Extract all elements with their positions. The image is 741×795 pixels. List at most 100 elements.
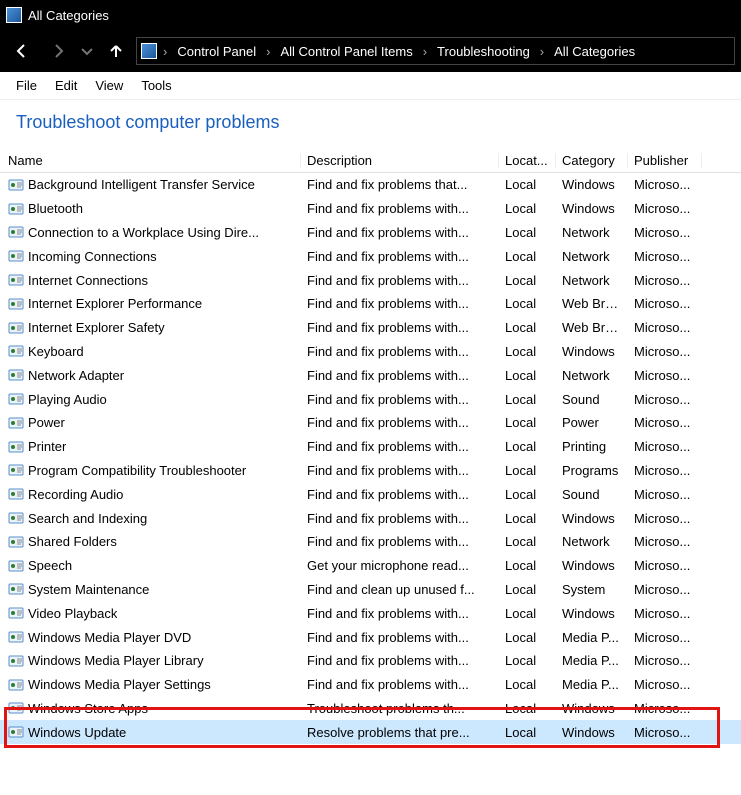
- table-row[interactable]: Shared FoldersFind and fix problems with…: [0, 530, 741, 554]
- table-row[interactable]: Background Intelligent Transfer ServiceF…: [0, 173, 741, 197]
- col-header-category[interactable]: Category: [556, 153, 628, 168]
- chevron-right-icon[interactable]: ›: [419, 44, 431, 59]
- row-name: Power: [28, 415, 65, 430]
- table-row[interactable]: Internet Explorer PerformanceFind and fi…: [0, 292, 741, 316]
- table-row[interactable]: PowerFind and fix problems with...LocalP…: [0, 411, 741, 435]
- menu-edit[interactable]: Edit: [47, 75, 85, 96]
- troubleshooter-icon: [8, 629, 24, 645]
- row-location: Local: [499, 677, 556, 692]
- row-publisher: Microso...: [628, 534, 702, 549]
- row-name: Playing Audio: [28, 392, 107, 407]
- row-name: Windows Update: [28, 725, 126, 740]
- table-row[interactable]: Connection to a Workplace Using Dire...F…: [0, 221, 741, 245]
- chevron-right-icon[interactable]: ›: [262, 44, 274, 59]
- row-category: Windows: [556, 177, 628, 192]
- troubleshooter-icon: [8, 581, 24, 597]
- row-publisher: Microso...: [628, 582, 702, 597]
- table-row[interactable]: Playing AudioFind and fix problems with.…: [0, 387, 741, 411]
- row-category: Windows: [556, 606, 628, 621]
- recent-dropdown[interactable]: [78, 37, 96, 65]
- row-category: Web Bro...: [556, 296, 628, 311]
- row-publisher: Microso...: [628, 630, 702, 645]
- table-row[interactable]: Video PlaybackFind and fix problems with…: [0, 601, 741, 625]
- table-row[interactable]: PrinterFind and fix problems with...Loca…: [0, 435, 741, 459]
- row-location: Local: [499, 177, 556, 192]
- table-row[interactable]: Internet ConnectionsFind and fix problem…: [0, 268, 741, 292]
- table-row[interactable]: Internet Explorer SafetyFind and fix pro…: [0, 316, 741, 340]
- table-row[interactable]: Windows Media Player LibraryFind and fix…: [0, 649, 741, 673]
- row-name: Internet Explorer Safety: [28, 320, 165, 335]
- row-description: Find and fix problems with...: [301, 368, 499, 383]
- app-icon: [6, 7, 22, 23]
- up-button[interactable]: [100, 37, 132, 65]
- row-location: Local: [499, 392, 556, 407]
- troubleshooter-icon: [8, 510, 24, 526]
- table-row[interactable]: KeyboardFind and fix problems with...Loc…: [0, 340, 741, 364]
- table-body: Background Intelligent Transfer ServiceF…: [0, 173, 741, 744]
- row-name: Internet Connections: [28, 273, 148, 288]
- table-row[interactable]: Network AdapterFind and fix problems wit…: [0, 363, 741, 387]
- row-location: Local: [499, 630, 556, 645]
- table-header: Name Description Locat... Category Publi…: [0, 153, 741, 173]
- breadcrumb-item[interactable]: All Control Panel Items: [276, 42, 416, 61]
- row-publisher: Microso...: [628, 273, 702, 288]
- row-category: System: [556, 582, 628, 597]
- table-row[interactable]: Windows Media Player SettingsFind and fi…: [0, 673, 741, 697]
- row-publisher: Microso...: [628, 558, 702, 573]
- col-header-location[interactable]: Locat...: [499, 153, 556, 168]
- table-row[interactable]: SpeechGet your microphone read...LocalWi…: [0, 554, 741, 578]
- breadcrumb[interactable]: › Control Panel › All Control Panel Item…: [136, 37, 735, 65]
- row-location: Local: [499, 511, 556, 526]
- table-row[interactable]: System MaintenanceFind and clean up unus…: [0, 578, 741, 602]
- row-description: Troubleshoot problems th...: [301, 701, 499, 716]
- troubleshooter-icon: [8, 700, 24, 716]
- row-description: Find and fix problems with...: [301, 534, 499, 549]
- table-row[interactable]: Incoming ConnectionsFind and fix problem…: [0, 244, 741, 268]
- menu-tools[interactable]: Tools: [133, 75, 179, 96]
- table-row[interactable]: Windows Media Player DVDFind and fix pro…: [0, 625, 741, 649]
- breadcrumb-item[interactable]: All Categories: [550, 42, 639, 61]
- row-category: Programs: [556, 463, 628, 478]
- row-name: Bluetooth: [28, 201, 83, 216]
- table-row[interactable]: Program Compatibility TroubleshooterFind…: [0, 459, 741, 483]
- table-row[interactable]: Recording AudioFind and fix problems wit…: [0, 482, 741, 506]
- back-button[interactable]: [6, 37, 38, 65]
- row-category: Sound: [556, 392, 628, 407]
- window-title: All Categories: [28, 8, 109, 23]
- row-publisher: Microso...: [628, 296, 702, 311]
- col-header-description[interactable]: Description: [301, 153, 499, 168]
- row-category: Sound: [556, 487, 628, 502]
- row-name: Incoming Connections: [28, 249, 157, 264]
- row-name: Speech: [28, 558, 72, 573]
- table-row[interactable]: BluetoothFind and fix problems with...Lo…: [0, 197, 741, 221]
- table-row[interactable]: Windows Store Apps Troubleshoot problems …: [0, 697, 741, 721]
- titlebar: All Categories: [0, 0, 741, 30]
- row-category: Windows: [556, 344, 628, 359]
- row-publisher: Microso...: [628, 701, 702, 716]
- table-row[interactable]: Search and IndexingFind and fix problems…: [0, 506, 741, 530]
- row-location: Local: [499, 344, 556, 359]
- row-publisher: Microso...: [628, 606, 702, 621]
- breadcrumb-item[interactable]: Troubleshooting: [433, 42, 534, 61]
- troubleshooter-icon: [8, 391, 24, 407]
- chevron-right-icon[interactable]: ›: [159, 44, 171, 59]
- row-name: Windows Store Apps: [28, 701, 148, 716]
- row-publisher: Microso...: [628, 439, 702, 454]
- troubleshooter-icon: [8, 343, 24, 359]
- breadcrumb-item[interactable]: Control Panel: [173, 42, 260, 61]
- row-category: Windows: [556, 725, 628, 740]
- menu-file[interactable]: File: [8, 75, 45, 96]
- menu-view[interactable]: View: [87, 75, 131, 96]
- forward-button[interactable]: [42, 37, 74, 65]
- table-row[interactable]: Windows UpdateResolve problems that pre.…: [0, 720, 741, 744]
- row-description: Find and fix problems with...: [301, 415, 499, 430]
- row-location: Local: [499, 249, 556, 264]
- row-location: Local: [499, 701, 556, 716]
- page-title: Troubleshoot computer problems: [0, 112, 741, 153]
- col-header-publisher[interactable]: Publisher: [628, 153, 702, 168]
- troubleshooter-icon: [8, 320, 24, 336]
- troubleshooter-icon: [8, 224, 24, 240]
- troubleshooter-icon: [8, 439, 24, 455]
- chevron-right-icon[interactable]: ›: [536, 44, 548, 59]
- col-header-name[interactable]: Name: [0, 153, 301, 168]
